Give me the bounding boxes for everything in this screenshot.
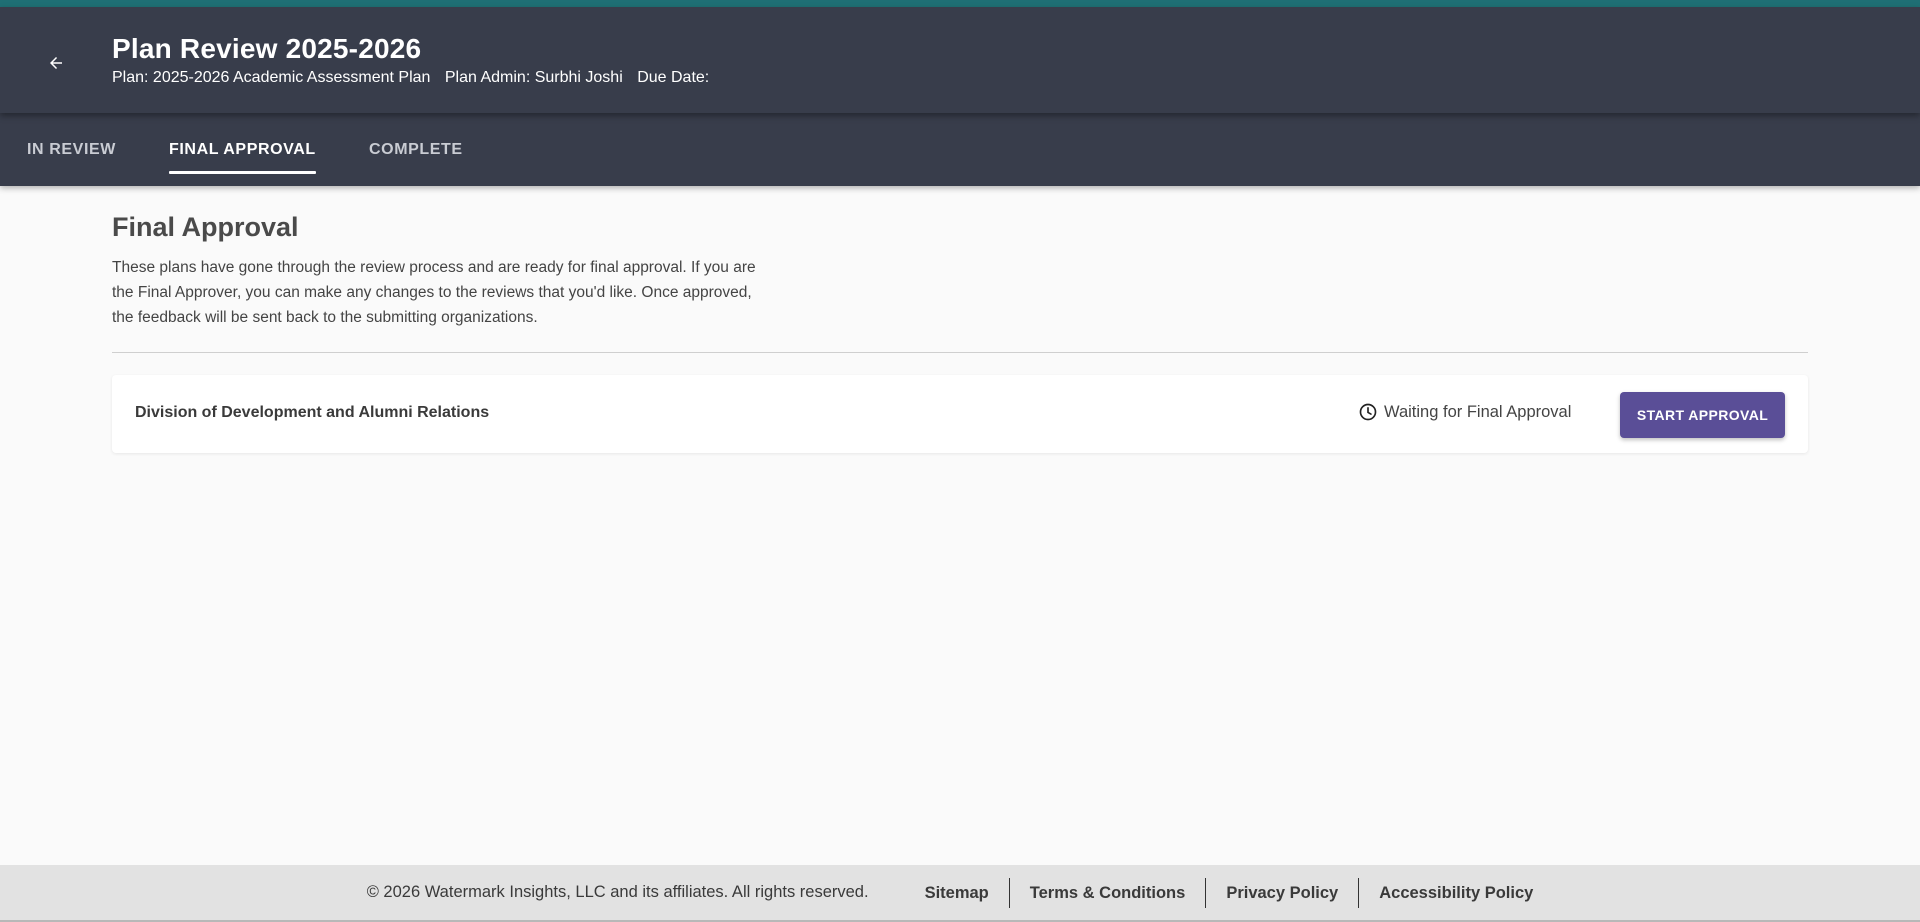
due-date: Due Date: bbox=[637, 69, 710, 86]
page-footer: © 2026 Watermark Insights, LLC and its a… bbox=[0, 865, 1920, 920]
clock-icon bbox=[1359, 403, 1377, 421]
plan-meta: Plan: 2025-2026 Academic Assessment Plan… bbox=[112, 69, 719, 87]
back-button[interactable] bbox=[36, 43, 76, 83]
tab-complete[interactable]: COMPLETE bbox=[369, 113, 463, 186]
section-title: Final Approval bbox=[112, 212, 299, 242]
tab-bar: IN REVIEW FINAL APPROVAL COMPLETE bbox=[0, 113, 1920, 186]
footer-link-privacy[interactable]: Privacy Policy bbox=[1206, 879, 1358, 907]
page-header: Plan Review 2025-2026 Plan: 2025-2026 Ac… bbox=[0, 7, 1920, 113]
arrow-left-icon bbox=[50, 57, 62, 69]
plan-item-card: Division of Development and Alumni Relat… bbox=[112, 375, 1808, 453]
tab-in-review[interactable]: IN REVIEW bbox=[27, 113, 116, 186]
start-approval-button[interactable]: START APPROVAL bbox=[1620, 392, 1785, 438]
page-title: Plan Review 2025-2026 bbox=[112, 33, 422, 64]
footer-link-terms[interactable]: Terms & Conditions bbox=[1010, 879, 1206, 907]
status-text: Waiting for Final Approval bbox=[1384, 402, 1572, 421]
section-divider bbox=[112, 352, 1808, 353]
plan-name: Plan: 2025-2026 Academic Assessment Plan bbox=[112, 69, 431, 86]
footer-link-sitemap[interactable]: Sitemap bbox=[905, 879, 1009, 907]
section-description: These plans have gone through the review… bbox=[112, 259, 756, 326]
footer-link-accessibility[interactable]: Accessibility Policy bbox=[1359, 879, 1553, 907]
organization-name: Division of Development and Alumni Relat… bbox=[135, 404, 490, 421]
status-indicator: Waiting for Final Approval bbox=[1358, 402, 1571, 422]
plan-admin: Plan Admin: Surbhi Joshi bbox=[444, 69, 623, 86]
copyright-text: © 2026 Watermark Insights, LLC and its a… bbox=[366, 883, 869, 901]
top-accent-bar bbox=[0, 0, 1920, 7]
main-content: Final Approval These plans have gone thr… bbox=[112, 186, 1808, 453]
tab-final-approval[interactable]: FINAL APPROVAL bbox=[169, 113, 316, 186]
